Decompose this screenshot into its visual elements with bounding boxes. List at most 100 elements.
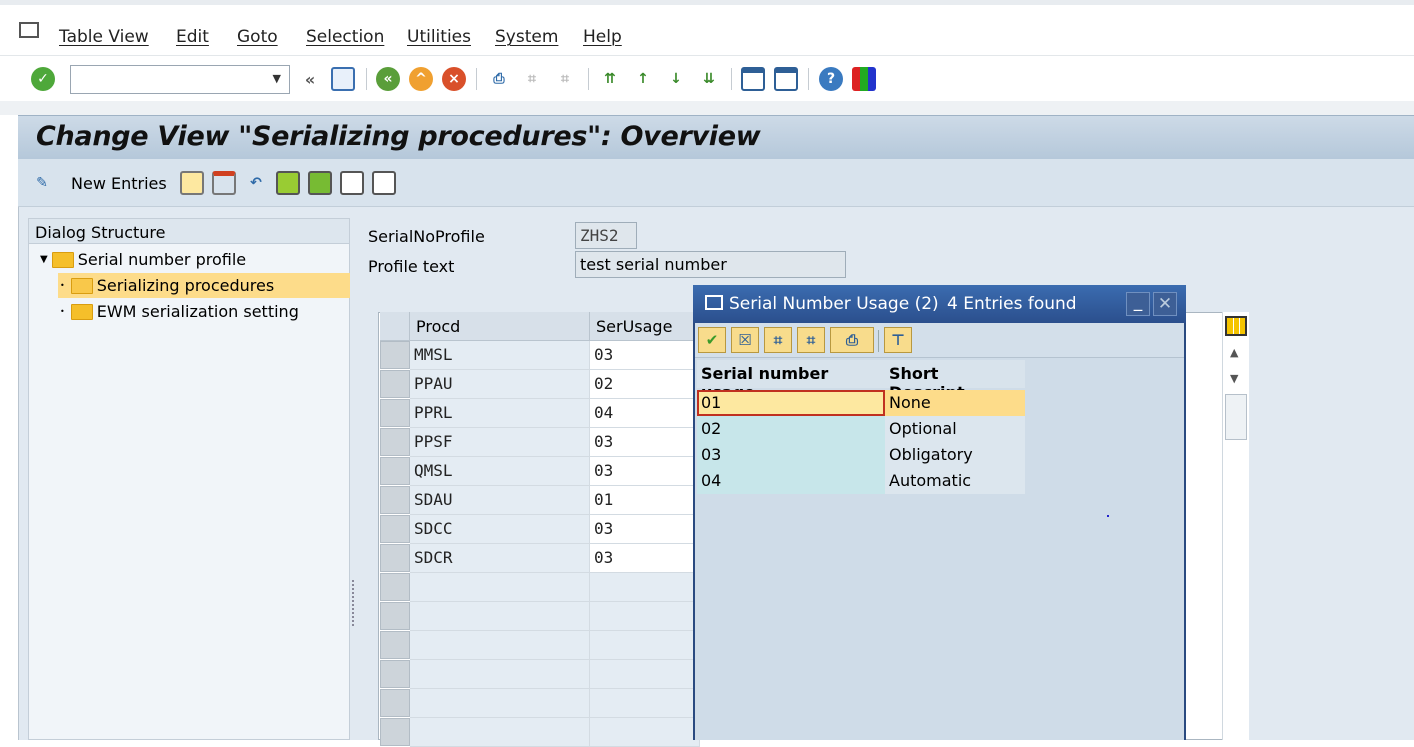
serusage-cell[interactable]: 03: [590, 515, 700, 544]
display-change-icon[interactable]: ✎: [30, 171, 54, 195]
confirm-icon[interactable]: ✔: [698, 327, 726, 353]
column-header-serusage[interactable]: SerUsage: [590, 312, 700, 341]
profile-text-field[interactable]: test serial number: [575, 251, 846, 278]
find-next-icon[interactable]: ⌗: [797, 327, 825, 353]
save-icon[interactable]: [331, 67, 355, 91]
delete-icon[interactable]: [212, 171, 236, 195]
result-description-cell[interactable]: Automatic: [885, 468, 1025, 494]
copy-as-icon[interactable]: [180, 171, 204, 195]
procd-cell[interactable]: [410, 631, 590, 660]
splitter-handle[interactable]: [352, 580, 356, 626]
menu-utilities[interactable]: Utilities: [407, 27, 471, 47]
row-selector[interactable]: [380, 341, 410, 369]
row-selector[interactable]: [380, 602, 410, 630]
procd-cell[interactable]: [410, 718, 590, 747]
find-icon[interactable]: ⌗: [764, 327, 792, 353]
collapse-icon[interactable]: «: [298, 67, 322, 91]
row-selector[interactable]: [380, 457, 410, 485]
sap-menu-icon[interactable]: [19, 22, 39, 38]
close-button[interactable]: ✕: [1153, 292, 1177, 316]
scroll-up-icon[interactable]: ▲: [1230, 346, 1238, 359]
help-icon[interactable]: ?: [819, 67, 843, 91]
result-description-cell[interactable]: Optional: [885, 416, 1025, 442]
result-code-cell[interactable]: 04: [697, 468, 885, 494]
serusage-cell[interactable]: 03: [590, 457, 700, 486]
cancel-icon[interactable]: ☒: [731, 327, 759, 353]
menu-goto[interactable]: Goto: [237, 27, 278, 47]
result-description-cell[interactable]: Obligatory: [885, 442, 1025, 468]
select-all-icon[interactable]: [276, 171, 300, 195]
serusage-cell[interactable]: [590, 602, 700, 631]
result-code-cell[interactable]: 02: [697, 416, 885, 442]
row-selector[interactable]: [380, 486, 410, 514]
serusage-cell[interactable]: [590, 718, 700, 747]
menu-table-view[interactable]: Table View: [59, 27, 149, 47]
undo-icon[interactable]: ↶: [244, 171, 268, 195]
new-entries-button[interactable]: New Entries: [71, 174, 167, 193]
serusage-cell[interactable]: [590, 689, 700, 718]
variants-icon[interactable]: [372, 171, 396, 195]
customize-layout-icon[interactable]: [852, 67, 876, 91]
row-selector[interactable]: [380, 428, 410, 456]
popup-title-bar[interactable]: Serial Number Usage (2) 4 Entries found …: [693, 285, 1186, 323]
scroll-down-icon[interactable]: ▼: [1230, 372, 1238, 385]
next-page-icon[interactable]: ↓: [664, 67, 688, 91]
serusage-cell[interactable]: 02: [590, 370, 700, 399]
column-header-procd[interactable]: Procd: [410, 312, 590, 341]
procd-cell[interactable]: [410, 602, 590, 631]
menu-selection[interactable]: Selection: [306, 27, 384, 47]
tree-item-serializing-procedures[interactable]: • Serializing procedures: [58, 273, 350, 298]
shortcut-icon[interactable]: [774, 67, 798, 91]
serusage-cell[interactable]: 03: [590, 428, 700, 457]
deselect-all-icon[interactable]: [340, 171, 364, 195]
command-field[interactable]: ▼: [70, 65, 290, 94]
procd-cell[interactable]: [410, 573, 590, 602]
create-session-icon[interactable]: [741, 67, 765, 91]
serusage-cell[interactable]: 01: [590, 486, 700, 515]
result-code-cell[interactable]: 03: [697, 442, 885, 468]
menu-edit[interactable]: Edit: [176, 27, 209, 47]
column-config-icon[interactable]: [1225, 316, 1247, 336]
restrictions-icon[interactable]: ⊤: [884, 327, 912, 353]
procd-cell[interactable]: [410, 660, 590, 689]
exit-icon[interactable]: ^: [409, 67, 433, 91]
column-header-serial-number-usage[interactable]: Serial number usage: [697, 360, 885, 402]
row-selector[interactable]: [380, 515, 410, 543]
tree-item-ewm-serialization-setting[interactable]: • EWM serialization setting: [58, 299, 299, 324]
column-header-short-description[interactable]: Short Descript.: [885, 360, 1025, 402]
enter-icon[interactable]: ✓: [31, 67, 55, 91]
dropdown-icon[interactable]: ▼: [273, 72, 281, 85]
serusage-cell[interactable]: 03: [590, 544, 700, 573]
expand-icon[interactable]: ▼: [40, 254, 48, 265]
row-selector[interactable]: [380, 370, 410, 398]
scroll-thumb[interactable]: [1225, 394, 1247, 440]
select-all-header[interactable]: [380, 312, 410, 341]
row-selector[interactable]: [380, 689, 410, 717]
print-icon[interactable]: ⎙: [830, 327, 874, 353]
row-selector[interactable]: [380, 631, 410, 659]
select-block-icon[interactable]: [308, 171, 332, 195]
serusage-cell[interactable]: 04: [590, 399, 700, 428]
last-page-icon[interactable]: ⇊: [697, 67, 721, 91]
row-selector[interactable]: [380, 718, 410, 746]
row-selector[interactable]: [380, 573, 410, 601]
row-selector[interactable]: [380, 399, 410, 427]
serusage-cell[interactable]: [590, 573, 700, 602]
row-selector[interactable]: [380, 544, 410, 572]
result-description-cell[interactable]: None: [885, 390, 1025, 416]
result-code-cell[interactable]: 01: [697, 390, 885, 416]
serusage-cell[interactable]: [590, 660, 700, 689]
serusage-cell[interactable]: [590, 631, 700, 660]
print-icon[interactable]: ⎙: [487, 67, 511, 91]
vertical-scrollbar[interactable]: ▲ ▼: [1222, 312, 1249, 740]
first-page-icon[interactable]: ⇈: [598, 67, 622, 91]
back-icon[interactable]: «: [376, 67, 400, 91]
procd-cell[interactable]: [410, 689, 590, 718]
menu-help[interactable]: Help: [583, 27, 622, 47]
row-selector[interactable]: [380, 660, 410, 688]
menu-system[interactable]: System: [495, 27, 558, 47]
previous-page-icon[interactable]: ↑: [631, 67, 655, 91]
tree-item-serial-number-profile[interactable]: ▼ Serial number profile: [40, 247, 246, 272]
cancel-icon[interactable]: ×: [442, 67, 466, 91]
serusage-cell[interactable]: 03: [590, 341, 700, 370]
